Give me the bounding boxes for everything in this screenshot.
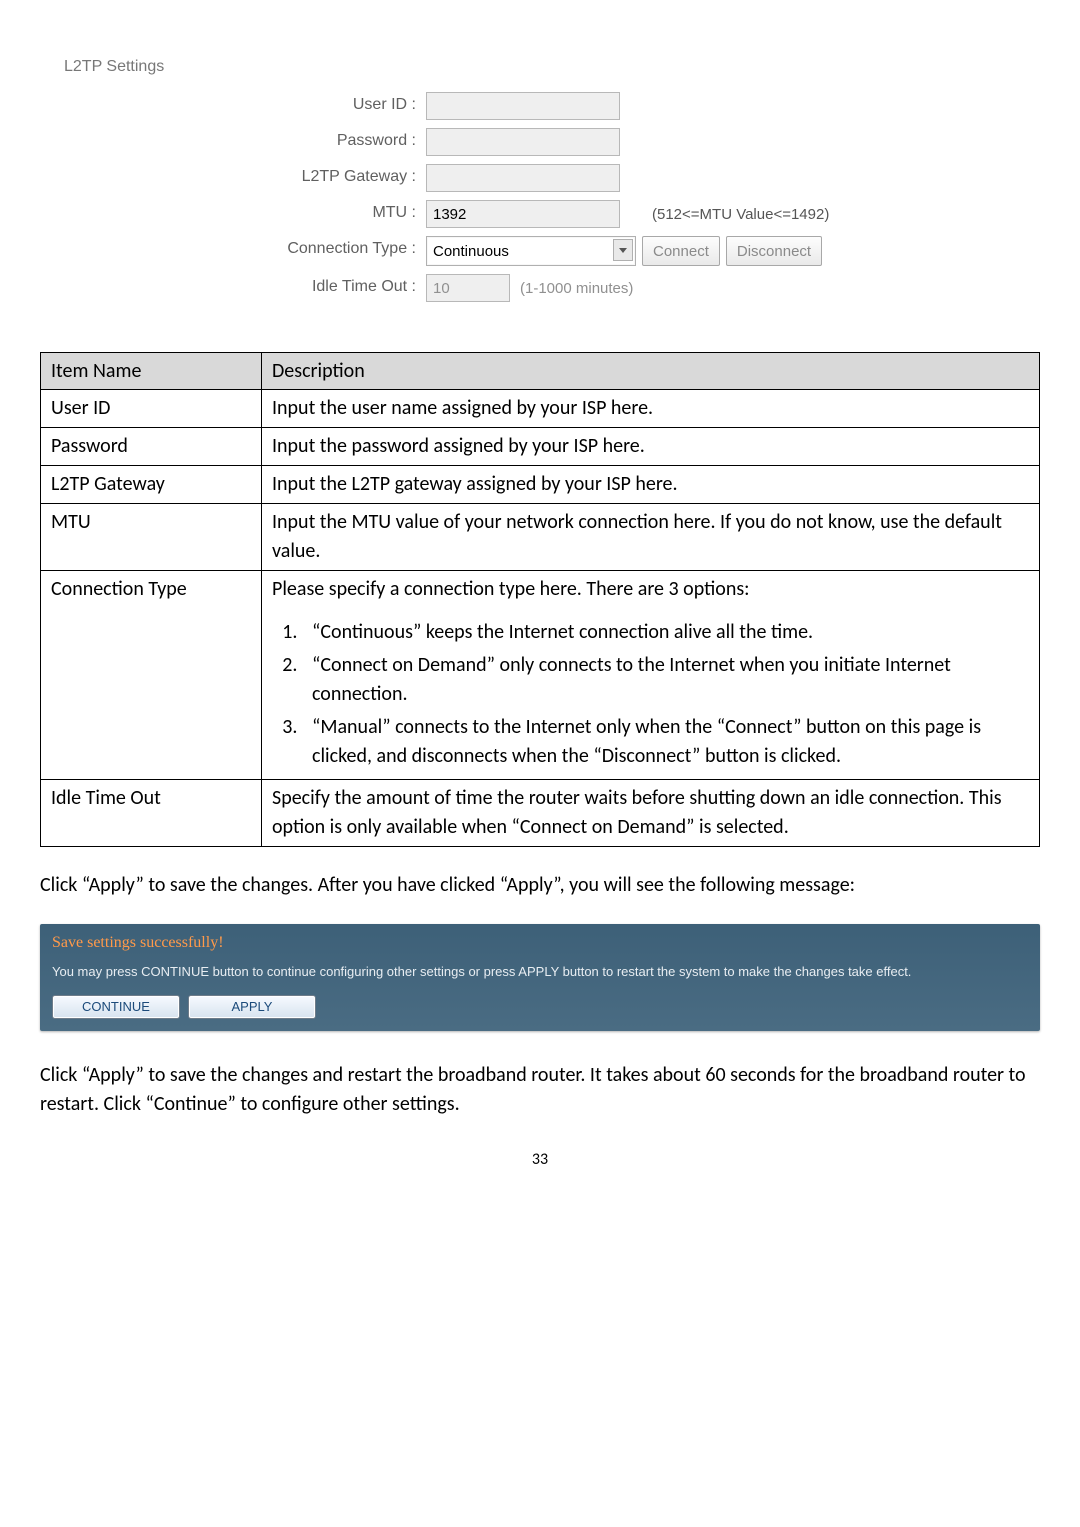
- row-name: User ID: [41, 390, 262, 428]
- apply-button[interactable]: APPLY: [188, 995, 316, 1019]
- row-desc: Specify the amount of time the router wa…: [262, 780, 1040, 847]
- idle-timeout-hint: (1-1000 minutes): [520, 278, 633, 299]
- connect-button[interactable]: Connect: [642, 236, 720, 266]
- page-number: 33: [40, 1149, 1040, 1171]
- idle-timeout-input[interactable]: [426, 274, 510, 302]
- connection-type-select[interactable]: Continuous: [426, 236, 636, 266]
- body-paragraph: Click “Apply” to save the changes and re…: [40, 1061, 1040, 1119]
- connection-type-value: Continuous: [433, 241, 509, 262]
- row-desc: Input the user name assigned by your ISP…: [262, 390, 1040, 428]
- user-id-input[interactable]: [426, 92, 620, 120]
- conn-option: “Connect on Demand” only connects to the…: [302, 651, 1029, 709]
- table-row: MTU Input the MTU value of your network …: [41, 504, 1040, 571]
- conn-lead: Please specify a connection type here. T…: [272, 575, 1029, 604]
- mtu-input[interactable]: [426, 200, 620, 228]
- save-settings-message: You may press CONTINUE button to continu…: [50, 963, 1032, 991]
- password-input[interactable]: [426, 128, 620, 156]
- save-settings-title: Save settings successfully!: [50, 928, 1032, 962]
- description-table: Item Name Description User ID Input the …: [40, 352, 1040, 847]
- row-name: Connection Type: [41, 571, 262, 780]
- table-header-desc: Description: [262, 353, 1040, 390]
- connection-type-label: Connection Type :: [40, 232, 420, 270]
- l2tp-settings-panel: L2TP Settings User ID : Password : L2TP …: [40, 40, 1040, 322]
- mtu-hint: (512<=MTU Value<=1492): [652, 204, 829, 225]
- disconnect-button[interactable]: Disconnect: [726, 236, 822, 266]
- conn-option: “Manual” connects to the Internet only w…: [302, 713, 1029, 771]
- row-name: MTU: [41, 504, 262, 571]
- table-header-name: Item Name: [41, 353, 262, 390]
- l2tp-gateway-label: L2TP Gateway :: [40, 160, 420, 196]
- continue-button[interactable]: CONTINUE: [52, 995, 180, 1019]
- table-row: Connection Type Please specify a connect…: [41, 571, 1040, 780]
- conn-option: “Continuous” keeps the Internet connecti…: [302, 618, 1029, 647]
- l2tp-section-title: L2TP Settings: [40, 50, 1040, 88]
- body-paragraph: Click “Apply” to save the changes. After…: [40, 871, 1040, 900]
- table-row: User ID Input the user name assigned by …: [41, 390, 1040, 428]
- row-desc: Input the password assigned by your ISP …: [262, 428, 1040, 466]
- table-row: Idle Time Out Specify the amount of time…: [41, 780, 1040, 847]
- password-label: Password :: [40, 124, 420, 160]
- mtu-label: MTU :: [40, 196, 420, 232]
- l2tp-gateway-input[interactable]: [426, 164, 620, 192]
- save-settings-panel: Save settings successfully! You may pres…: [40, 924, 1040, 1031]
- row-name: Idle Time Out: [41, 780, 262, 847]
- chevron-down-icon: [613, 239, 633, 261]
- row-desc: Please specify a connection type here. T…: [262, 571, 1040, 780]
- row-desc: Input the L2TP gateway assigned by your …: [262, 466, 1040, 504]
- row-name: Password: [41, 428, 262, 466]
- table-row: L2TP Gateway Input the L2TP gateway assi…: [41, 466, 1040, 504]
- user-id-label: User ID :: [40, 88, 420, 124]
- row-name: L2TP Gateway: [41, 466, 262, 504]
- table-row: Password Input the password assigned by …: [41, 428, 1040, 466]
- row-desc: Input the MTU value of your network conn…: [262, 504, 1040, 571]
- idle-timeout-label: Idle Time Out :: [40, 270, 420, 306]
